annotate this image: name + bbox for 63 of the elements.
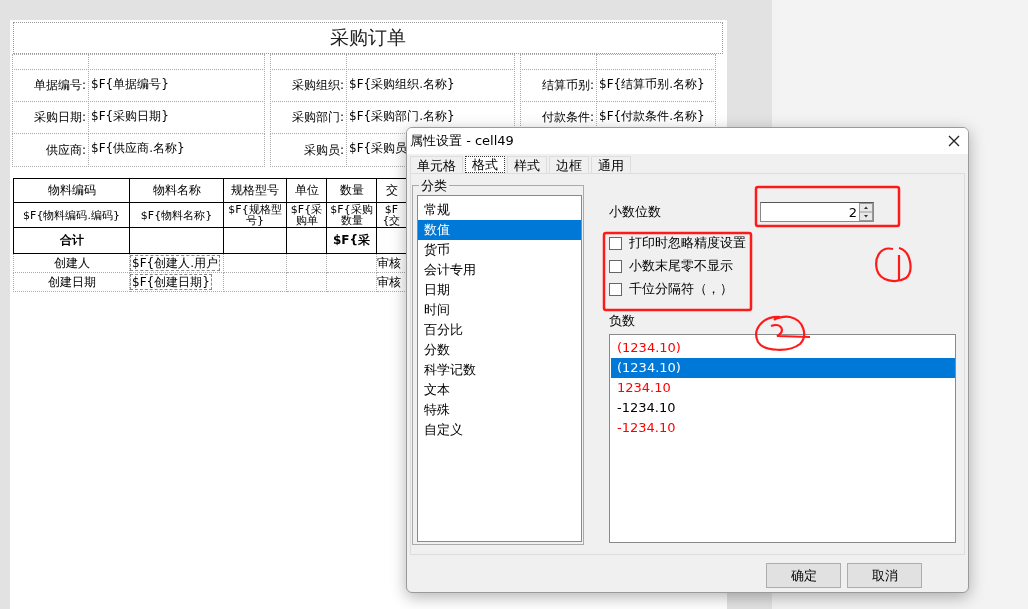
- field-label: 小数位数: [609, 203, 661, 221]
- report-title: 采购订单: [13, 22, 723, 54]
- category-item[interactable]: 特殊: [418, 400, 581, 420]
- category-item[interactable]: 货币: [418, 240, 581, 260]
- table-cell-text: $F{采购单: [289, 204, 324, 226]
- category-item[interactable]: 分数: [418, 340, 581, 360]
- checkbox-label[interactable]: 小数末尾零不显示: [629, 257, 733, 275]
- tab[interactable]: 边框: [549, 156, 589, 173]
- table-cell-text: $F{物料编码.编码}: [22, 207, 121, 223]
- column-header: 规格型号: [231, 183, 279, 197]
- category-item[interactable]: 会计专用: [418, 260, 581, 280]
- dialog-button[interactable]: 确定: [766, 563, 841, 588]
- category-item[interactable]: 数值: [418, 220, 581, 240]
- field-label: 审核: [377, 255, 401, 270]
- table-cell-text: $F{规格型号}: [227, 204, 283, 226]
- field-label: 审核: [377, 274, 401, 289]
- format-item[interactable]: -1234.10: [611, 418, 955, 438]
- field-value: $F{创建人.用户: [130, 254, 220, 271]
- category-item[interactable]: 文本: [418, 380, 581, 400]
- tab[interactable]: 格式: [465, 156, 505, 173]
- field-value: $F{创建日期}: [130, 273, 212, 290]
- table-cell-text: $F{交: [381, 204, 402, 226]
- category-item[interactable]: 常规: [418, 200, 581, 220]
- column-header: 交: [385, 183, 398, 197]
- format-item[interactable]: (1234.10): [611, 338, 955, 358]
- circled-mark-drawing: [755, 315, 811, 351]
- checkbox-label[interactable]: 打印时忽略精度设置: [629, 234, 746, 252]
- dialog-button[interactable]: 取消: [847, 563, 922, 588]
- tab[interactable]: 通用: [591, 156, 631, 173]
- format-item[interactable]: 1234.10: [611, 378, 955, 398]
- category-item[interactable]: 科学记数: [418, 360, 581, 380]
- column-header: 物料名称: [152, 183, 201, 197]
- column-header: 单位: [294, 183, 319, 197]
- category-item[interactable]: 自定义: [418, 420, 581, 440]
- column-header: 物料编码: [47, 183, 96, 197]
- field-label: 负数: [609, 312, 636, 330]
- checkbox[interactable]: [609, 236, 622, 250]
- field-value: $F{供应商.名称}: [88, 133, 265, 167]
- format-item[interactable]: (1234.10): [611, 358, 955, 378]
- table-cell-text: $F{采购数量: [329, 204, 374, 226]
- checkbox[interactable]: [609, 282, 622, 296]
- tab[interactable]: 单元格: [410, 156, 463, 173]
- group-title: 分类: [419, 177, 449, 195]
- category-item[interactable]: 日期: [418, 280, 581, 300]
- close-icon[interactable]: [948, 135, 960, 147]
- total-label: 合计: [59, 233, 84, 247]
- circled-mark-drawing: [875, 246, 912, 283]
- category-item[interactable]: 百分比: [418, 320, 581, 340]
- field-label: 创建日期: [47, 274, 96, 289]
- format-item[interactable]: -1234.10: [611, 398, 955, 418]
- field-label: 创建人: [53, 255, 90, 270]
- checkbox-label[interactable]: 千位分隔符（，）: [629, 280, 733, 298]
- spin-arrows-icon[interactable]: [859, 203, 873, 221]
- category-item[interactable]: 时间: [418, 300, 581, 320]
- dialog-title: 属性设置 - cell49: [410, 132, 514, 150]
- field-label: 供应商:: [12, 133, 89, 167]
- table-cell: $F{采: [332, 233, 371, 247]
- tab[interactable]: 样式: [507, 156, 547, 173]
- field-label: 采购员:: [270, 133, 347, 167]
- checkbox[interactable]: [609, 259, 622, 273]
- decimal-spinner[interactable]: 2: [760, 202, 874, 222]
- table-cell-text: $F{物料名称}: [139, 207, 214, 223]
- column-header: 数量: [339, 183, 364, 197]
